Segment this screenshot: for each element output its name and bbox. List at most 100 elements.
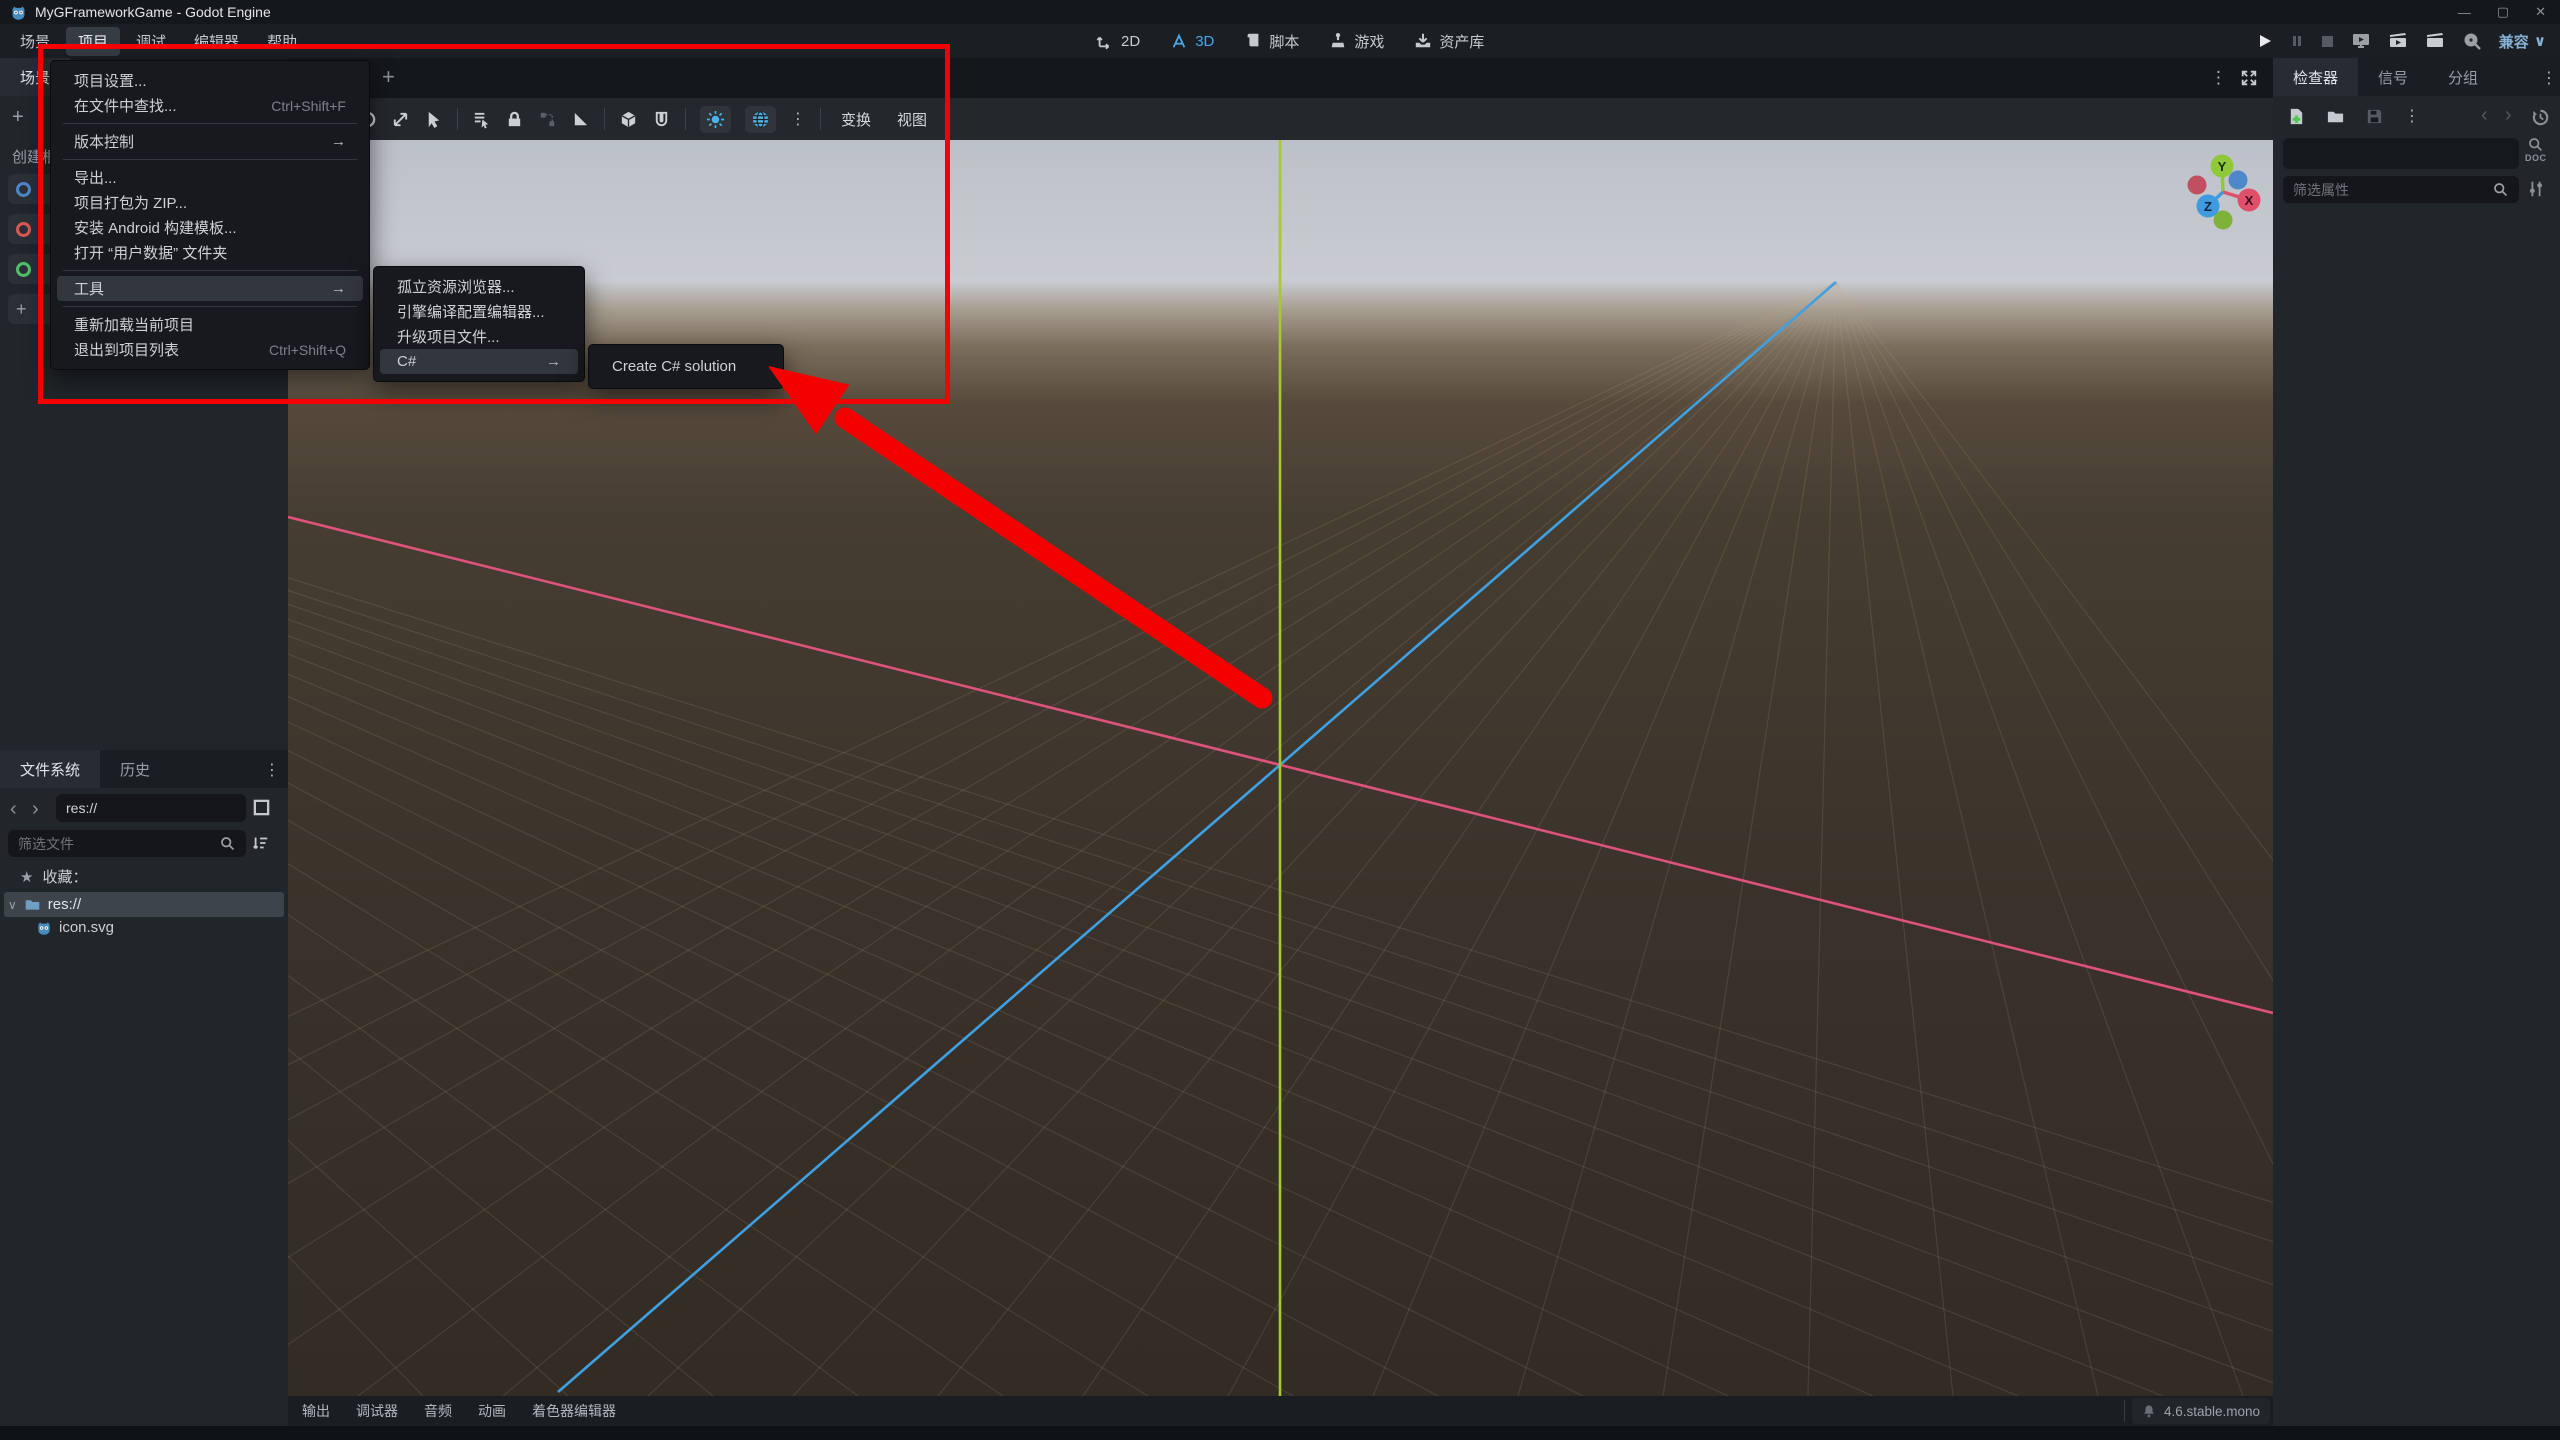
filesystem-dock-tabs: 文件系统 历史 ⋮: [0, 750, 288, 788]
viewport-menu-icon[interactable]: ⋮: [2210, 68, 2227, 88]
save-resource-icon[interactable]: [2365, 107, 2384, 126]
assetlib-icon: [1414, 32, 1432, 50]
menu-item-orphan-resource-explorer[interactable]: 孤立资源浏览器...: [380, 274, 578, 299]
tree-row-res[interactable]: ∨ res://: [4, 892, 284, 917]
nav-back-icon[interactable]: ‹: [10, 798, 17, 821]
tab-signals[interactable]: 信号: [2358, 58, 2428, 96]
menu-project[interactable]: 项目: [66, 26, 121, 56]
nav-forward-icon[interactable]: ›: [32, 798, 39, 821]
group-icon[interactable]: [538, 110, 557, 129]
menu-item-project-settings[interactable]: 项目设置...: [57, 68, 363, 93]
ruler-icon[interactable]: [571, 110, 590, 129]
menu-item-quit-to-project-list[interactable]: 退出到项目列表 Ctrl+Shift+Q: [57, 337, 363, 362]
movie-maker-button[interactable]: [2462, 31, 2482, 51]
run-controls: 兼容 ∨: [2257, 24, 2546, 58]
sort-files-icon[interactable]: [252, 834, 270, 852]
history-icon[interactable]: [2531, 108, 2550, 127]
play-scene-button[interactable]: [2351, 31, 2371, 51]
add-node-icon[interactable]: +: [12, 106, 24, 129]
menu-item-export[interactable]: 导出...: [57, 165, 363, 190]
tab-history[interactable]: 历史: [100, 750, 170, 788]
tab-assetlib[interactable]: 资产库: [1414, 31, 1484, 52]
play-current-scene-button[interactable]: [2388, 31, 2408, 51]
menu-editor[interactable]: 编辑器: [182, 27, 251, 56]
new-resource-icon[interactable]: [2287, 107, 2306, 126]
play-custom-scene-button[interactable]: [2425, 31, 2445, 51]
menu-debug[interactable]: 调试: [124, 27, 178, 56]
filter-files-input[interactable]: 筛选文件: [8, 830, 246, 857]
filesystem-menu-icon[interactable]: ⋮: [264, 760, 280, 780]
split-view-icon[interactable]: [252, 798, 271, 817]
tree-row-iconsvg[interactable]: icon.svg: [36, 919, 114, 936]
maximize-button[interactable]: ▢: [2497, 4, 2509, 20]
tab-3d[interactable]: 3D: [1170, 32, 1214, 50]
minimize-button[interactable]: —: [2458, 5, 2471, 20]
new-scene-tab-icon[interactable]: +: [382, 64, 395, 90]
viewport-3d[interactable]: [288, 140, 2273, 1396]
menu-item-version-control[interactable]: 版本控制 →: [57, 129, 363, 154]
tab-filesystem[interactable]: 文件系统: [0, 750, 101, 788]
lighting-menu-icon[interactable]: ⋮: [790, 109, 806, 129]
history-forward-icon[interactable]: ›: [2505, 104, 2512, 127]
gizmo-neg-z[interactable]: [2228, 170, 2248, 190]
close-button[interactable]: ✕: [2535, 4, 2546, 20]
view-gizmo[interactable]: Y X Z: [2160, 145, 2280, 245]
menu-separator: [63, 306, 357, 307]
tab-debugger[interactable]: 调试器: [356, 1401, 398, 1421]
menu-item-create-csharp-solution[interactable]: Create C# solution: [595, 354, 777, 379]
fullscreen-icon[interactable]: [2240, 69, 2258, 87]
local-space-icon[interactable]: [619, 110, 638, 129]
filter-properties-input[interactable]: 筛选属性: [2283, 176, 2519, 203]
scale-tool-icon[interactable]: [391, 110, 410, 129]
menu-item-tools[interactable]: 工具 →: [57, 276, 363, 301]
menu-item-reload-project[interactable]: 重新加载当前项目: [57, 312, 363, 337]
tab-output[interactable]: 输出: [302, 1401, 330, 1421]
tab-inspector[interactable]: 检查器: [2273, 58, 2359, 96]
menu-item-csharp[interactable]: C# →: [380, 349, 578, 374]
view-menu[interactable]: 视图: [891, 109, 933, 130]
inspector-menu-icon[interactable]: ⋮: [2541, 68, 2557, 88]
menu-item-open-userdata-folder[interactable]: 打开 “用户数据” 文件夹: [57, 240, 363, 265]
tab-shader-editor[interactable]: 着色器编辑器: [532, 1401, 616, 1421]
filesystem-dock: 文件系统 历史 ⋮ ‹ › res:// 筛选文件 ★ 收藏： ∨ res://…: [0, 750, 288, 1426]
gizmo-neg-x[interactable]: [2187, 175, 2207, 195]
preview-environment-toggle[interactable]: [745, 105, 776, 133]
tab-audio[interactable]: 音频: [424, 1401, 452, 1421]
tab-2d[interactable]: 2D: [1096, 32, 1140, 50]
select-tool-icon[interactable]: [424, 110, 443, 129]
tab-groups[interactable]: 分组: [2428, 58, 2498, 96]
path-field[interactable]: res://: [56, 794, 246, 822]
ui-scene-icon: [16, 261, 31, 277]
toolbar-separator: [604, 108, 605, 130]
stop-button[interactable]: [2321, 35, 2334, 48]
lock-icon[interactable]: [505, 110, 524, 129]
menu-item-find-in-files[interactable]: 在文件中查找... Ctrl+Shift+F: [57, 93, 363, 118]
load-resource-icon[interactable]: [2326, 107, 2345, 126]
menu-item-upgrade-project-files[interactable]: 升级项目文件...: [380, 324, 578, 349]
menu-help[interactable]: 帮助: [255, 27, 309, 56]
transform-menu[interactable]: 变换: [835, 109, 877, 130]
resource-extra-icon[interactable]: ⋮: [2404, 106, 2420, 126]
property-tools-icon[interactable]: [2527, 180, 2545, 198]
menu-scene[interactable]: 场景: [8, 27, 62, 56]
doc-search-icon[interactable]: DOC: [2525, 136, 2547, 163]
history-back-icon[interactable]: ‹: [2481, 104, 2488, 127]
version-button[interactable]: 4.6.stable.mono: [2132, 1398, 2270, 1424]
pause-button[interactable]: [2290, 34, 2304, 48]
star-icon: ★: [20, 868, 34, 886]
play-button[interactable]: [2257, 33, 2273, 49]
renderer-selector[interactable]: 兼容 ∨: [2499, 31, 2546, 52]
preview-sun-toggle[interactable]: [700, 105, 731, 133]
list-select-icon[interactable]: [472, 110, 491, 129]
inspector-dock-tabs: 检查器 信号 分组 ⋮: [2273, 58, 2560, 96]
menu-item-pack-zip[interactable]: 项目打包为 ZIP...: [57, 190, 363, 215]
menu-item-install-android-template[interactable]: 安装 Android 构建模板...: [57, 215, 363, 240]
snap-icon[interactable]: [652, 110, 671, 129]
chevron-expand-icon[interactable]: ∨: [8, 898, 17, 912]
godot-editor-window: MyGFrameworkGame - Godot Engine — ▢ ✕ 场景…: [0, 0, 2560, 1440]
window-title: MyGFrameworkGame - Godot Engine: [35, 4, 271, 20]
tab-animation[interactable]: 动画: [478, 1401, 506, 1421]
tab-game[interactable]: 游戏: [1329, 31, 1384, 52]
tab-script[interactable]: 脚本: [1244, 31, 1299, 52]
menu-item-engine-compilation-editor[interactable]: 引擎编译配置编辑器...: [380, 299, 578, 324]
